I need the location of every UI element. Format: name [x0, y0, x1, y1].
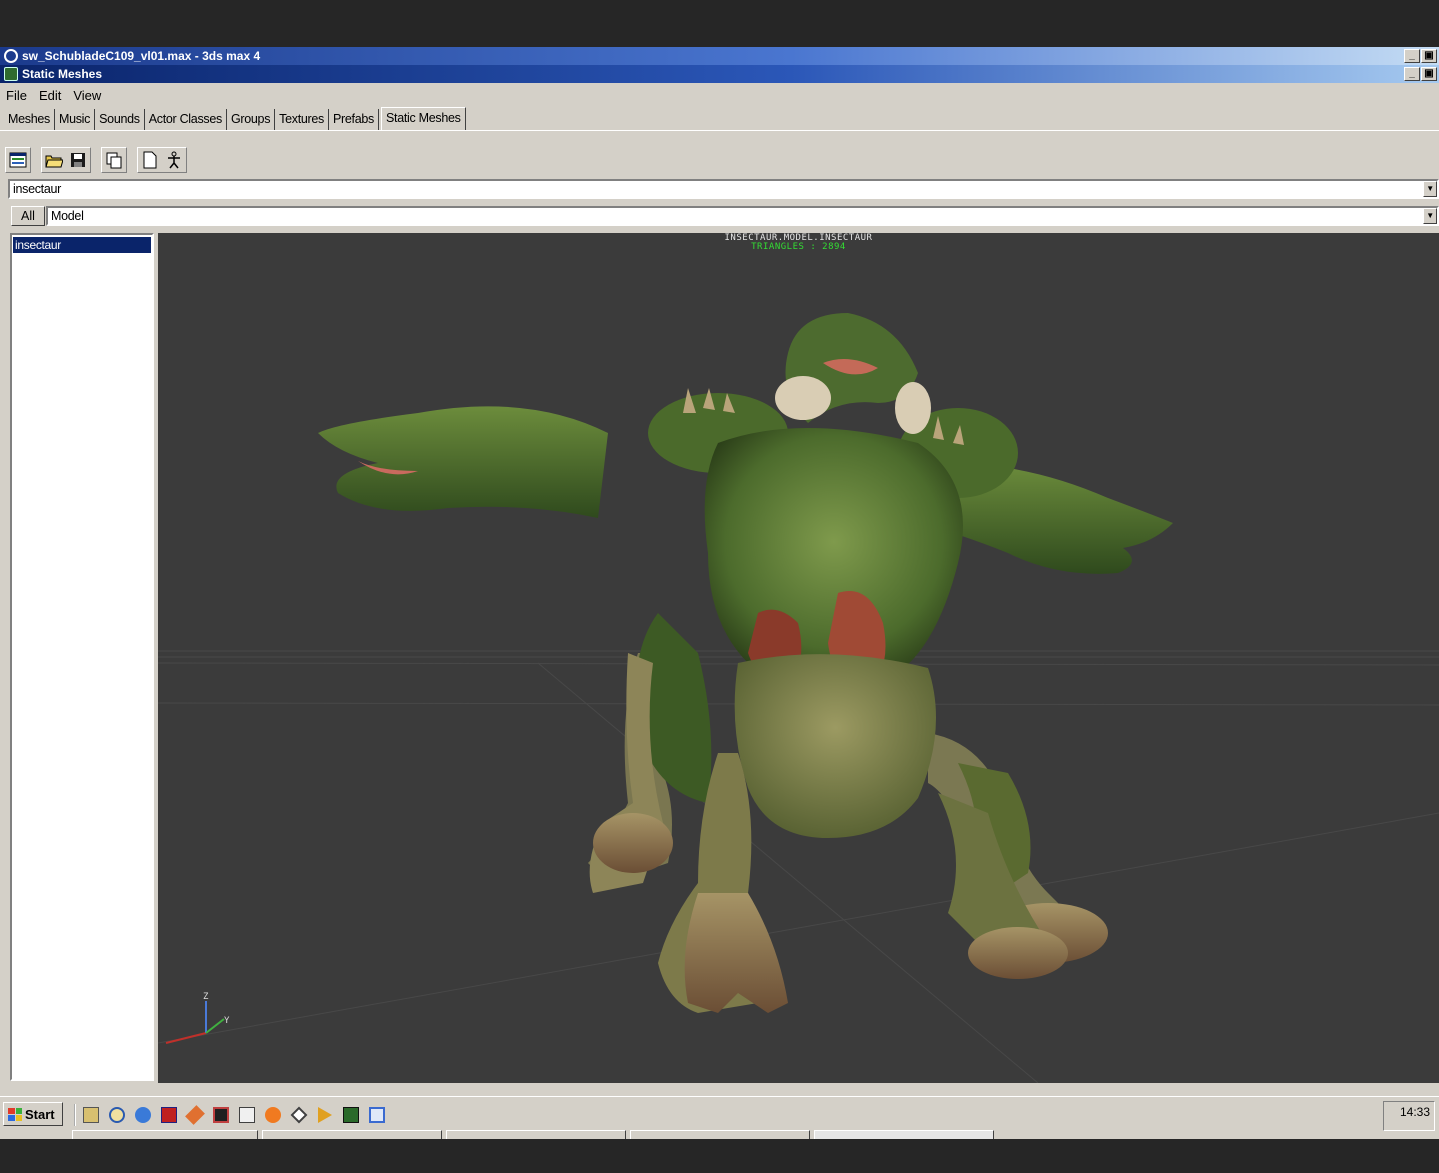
outer-window-title: sw_SchubladeC109_vl01.max - 3ds max 4	[22, 49, 261, 63]
outer-minimize-button[interactable]: _	[1404, 49, 1420, 63]
package-combo-value: insectaur	[13, 182, 62, 196]
taskbar-buttons	[72, 1130, 994, 1139]
task-button[interactable]	[630, 1130, 810, 1139]
app-window-icon[interactable]	[236, 1104, 258, 1126]
app-tools-icon[interactable]	[184, 1104, 206, 1126]
3dsmax-app-icon	[4, 49, 18, 63]
outer-title-bar[interactable]: sw_SchubladeC109_vl01.max - 3ds max 4 _ …	[0, 47, 1439, 65]
internet-explorer-icon[interactable]	[132, 1104, 154, 1126]
inner-window-title: Static Meshes	[22, 67, 103, 81]
triangle-count-label: TRIANGLES : 2894	[751, 242, 846, 252]
tab-meshes[interactable]: Meshes	[4, 109, 55, 131]
toolbar-group-actor	[137, 147, 187, 173]
windows-logo-icon	[8, 1107, 22, 1121]
axis-label-z: Z	[203, 992, 209, 1002]
start-button[interactable]: Start	[3, 1102, 63, 1126]
group-combo[interactable]: Model ▼	[46, 206, 1439, 226]
axis-gizmo: Z Y	[165, 992, 230, 1044]
task-button[interactable]	[72, 1130, 258, 1139]
menu-bar: File Edit View	[0, 85, 101, 105]
outer-window-controls: _ ▣	[1404, 49, 1437, 63]
chevron-down-icon[interactable]: ▼	[1423, 208, 1437, 224]
static-mesh-list[interactable]: insectaur	[10, 233, 154, 1081]
package-combo[interactable]: insectaur ▼	[8, 179, 1439, 199]
unrealed-window: sw_SchubladeC109_vl01.max - 3ds max 4 _ …	[0, 47, 1439, 1139]
viewport-stats: INSECTAUR.MODEL.INSECTAUR TRIANGLES : 28…	[158, 234, 1439, 252]
inner-restore-button[interactable]: ▣	[1421, 67, 1437, 81]
tab-actor-classes[interactable]: Actor Classes	[145, 109, 227, 131]
screen-bottom-border	[0, 1139, 1439, 1173]
axis-label-y: Y	[224, 1016, 230, 1026]
app-dark-icon[interactable]	[210, 1104, 232, 1126]
app-blue-icon[interactable]	[366, 1104, 388, 1126]
chevron-down-icon[interactable]: ▼	[1423, 181, 1437, 197]
menu-file[interactable]: File	[6, 88, 27, 103]
browser-icon[interactable]	[6, 148, 30, 172]
new-document-icon[interactable]	[138, 148, 162, 172]
toolbar-group-browser	[5, 147, 31, 173]
tab-music[interactable]: Music	[55, 109, 96, 131]
tab-textures[interactable]: Textures	[275, 109, 329, 131]
media-player-icon[interactable]	[314, 1104, 336, 1126]
menu-edit[interactable]: Edit	[39, 88, 61, 103]
inner-minimize-button[interactable]: _	[1404, 67, 1420, 81]
system-tray: 14:33	[1383, 1101, 1435, 1131]
show-desktop-icon[interactable]	[80, 1104, 102, 1126]
copy-icon[interactable]	[102, 148, 126, 172]
tab-divider	[0, 130, 1439, 131]
3dsmax-icon[interactable]	[288, 1104, 310, 1126]
windows-taskbar: Start 14:33	[0, 1096, 1439, 1139]
actor-icon[interactable]	[162, 148, 186, 172]
start-label: Start	[25, 1106, 55, 1122]
toolbar-group-file	[41, 147, 91, 173]
outer-restore-button[interactable]: ▣	[1421, 49, 1437, 63]
open-folder-icon[interactable]	[42, 148, 66, 172]
menu-view[interactable]: View	[73, 88, 101, 103]
unreal-editor-app-icon	[4, 67, 18, 81]
list-item[interactable]: insectaur	[13, 237, 151, 253]
app-orange-icon[interactable]	[262, 1104, 284, 1126]
inner-title-bar[interactable]: Static Meshes _ ▣	[0, 65, 1439, 83]
task-button-active[interactable]	[814, 1130, 994, 1139]
clock[interactable]: 14:33	[1400, 1105, 1430, 1119]
app-red-icon[interactable]	[158, 1104, 180, 1126]
mesh-render: Z Y	[158, 313, 1439, 1083]
tab-static-meshes[interactable]: Static Meshes	[380, 107, 466, 131]
tab-prefabs[interactable]: Prefabs	[329, 109, 379, 131]
tab-sounds[interactable]: Sounds	[95, 109, 145, 131]
browser-toolbar	[5, 147, 195, 173]
all-groups-button[interactable]: All	[11, 206, 45, 226]
browser-tabs: Meshes Music Sounds Actor Classes Groups…	[4, 107, 466, 131]
screen-top-border	[0, 0, 1439, 47]
tab-groups[interactable]: Groups	[227, 109, 276, 131]
task-button[interactable]	[262, 1130, 442, 1139]
search-icon[interactable]	[106, 1104, 128, 1126]
mesh-preview-viewport[interactable]: Z Y INSECTAUR.MODEL.INSECTAUR TRIANGLES …	[158, 233, 1439, 1083]
save-icon[interactable]	[66, 148, 90, 172]
inner-window-controls: _ ▣	[1404, 67, 1437, 81]
unreal-editor-icon[interactable]	[340, 1104, 362, 1126]
group-combo-value: Model	[51, 209, 84, 223]
toolbar-group-edit	[101, 147, 127, 173]
quick-launch-bar	[74, 1104, 388, 1126]
task-button[interactable]	[446, 1130, 626, 1139]
